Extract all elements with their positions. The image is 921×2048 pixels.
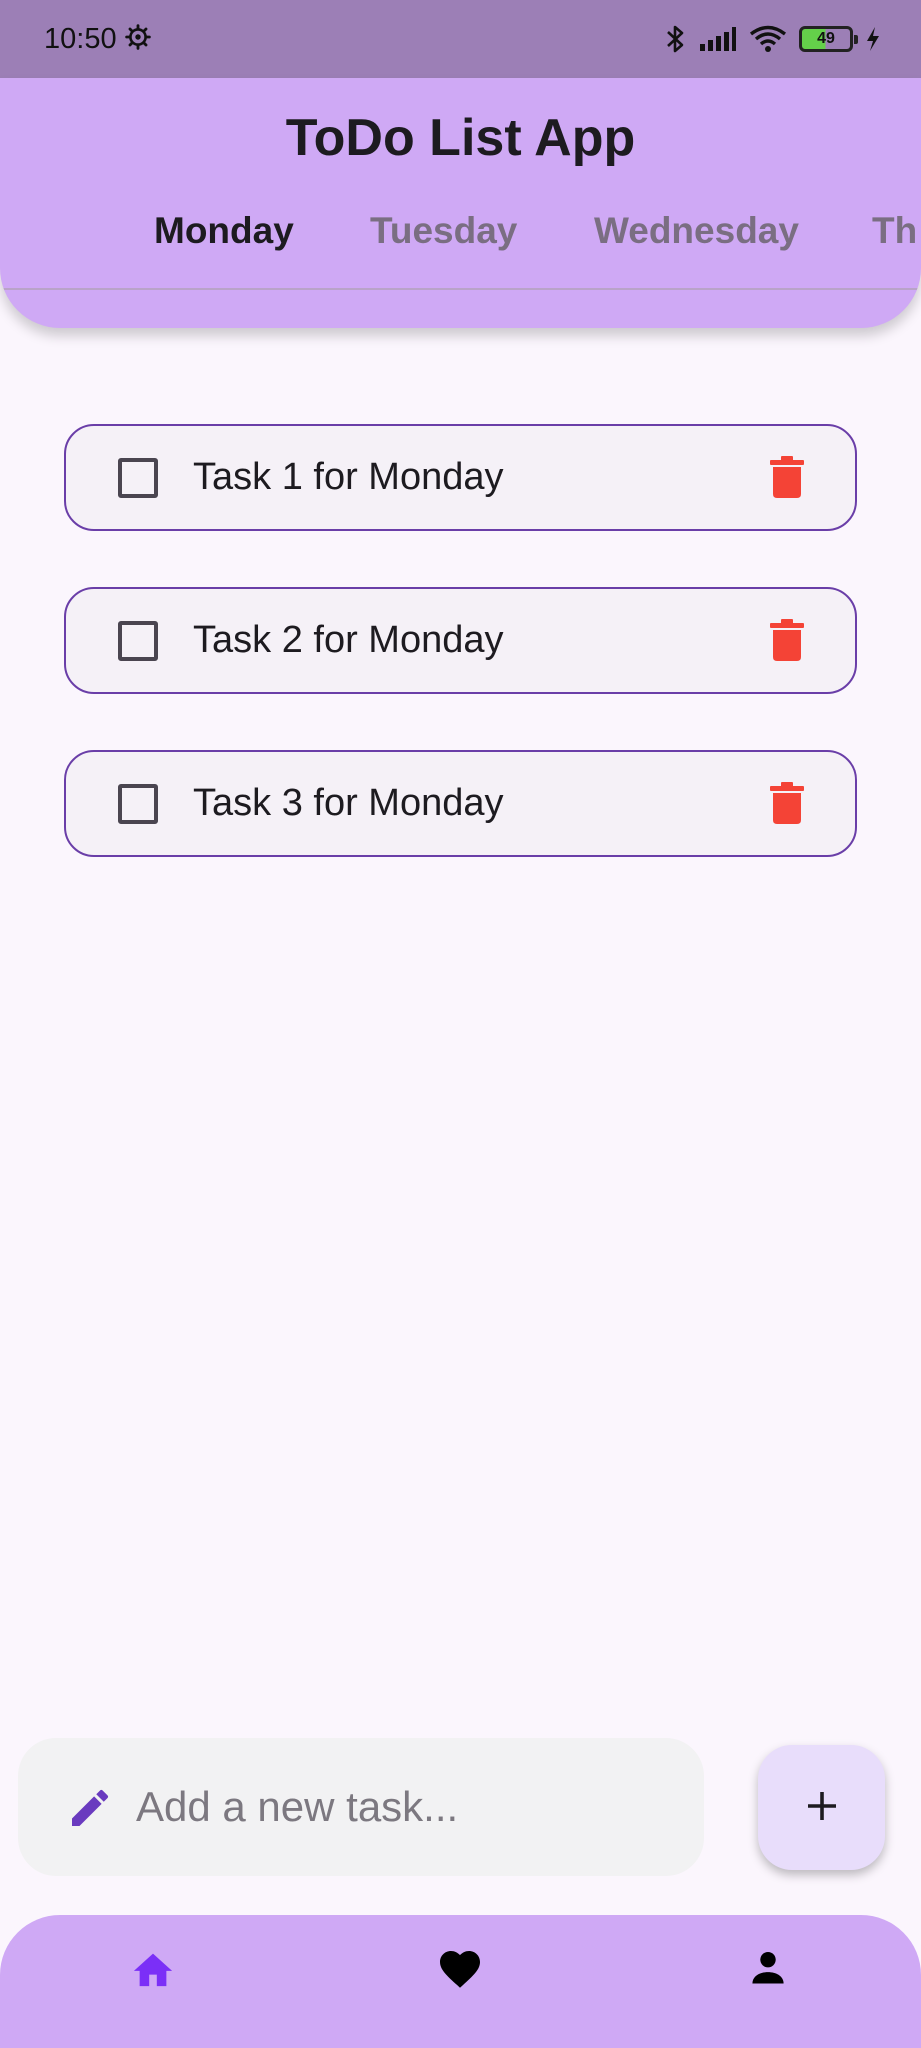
task-label: Task 2 for Monday xyxy=(193,619,504,661)
delete-task-button[interactable] xyxy=(764,780,810,830)
bluetooth-icon xyxy=(665,24,687,54)
delete-task-button[interactable] xyxy=(764,617,810,667)
status-time: 10:50 xyxy=(44,22,117,55)
status-right: 49 xyxy=(665,24,881,54)
add-task-button[interactable] xyxy=(758,1745,885,1870)
heart-icon xyxy=(436,1945,484,1994)
nav-home[interactable] xyxy=(123,1939,183,1999)
battery-level: 49 xyxy=(817,30,835,47)
person-icon xyxy=(746,1945,790,1994)
app-header: ToDo List App Monday Tuesday Wednesday T… xyxy=(0,78,921,328)
signal-icon xyxy=(699,26,737,52)
tab-monday[interactable]: Monday xyxy=(154,198,294,290)
delete-task-button[interactable] xyxy=(764,454,810,504)
add-task-input[interactable] xyxy=(136,1762,676,1852)
task-checkbox[interactable] xyxy=(118,458,158,498)
status-left: 10:50 xyxy=(44,23,151,56)
add-task-field xyxy=(18,1738,704,1876)
task-item: Task 2 for Monday xyxy=(64,587,857,694)
edit-pencil-icon xyxy=(66,1784,114,1832)
nav-favorites[interactable] xyxy=(430,1939,490,1999)
trash-icon xyxy=(770,781,804,829)
nav-profile[interactable] xyxy=(738,1939,798,1999)
day-tabs: Monday Tuesday Wednesday Th xyxy=(0,198,921,290)
task-item: Task 3 for Monday xyxy=(64,750,857,857)
status-bar: 10:50 49 xyxy=(0,0,921,78)
wifi-icon xyxy=(749,25,787,53)
task-checkbox[interactable] xyxy=(118,621,158,661)
tab-tuesday[interactable]: Tuesday xyxy=(370,198,517,290)
task-label: Task 1 for Monday xyxy=(193,456,504,498)
trash-icon xyxy=(770,618,804,666)
battery-icon: 49 xyxy=(799,26,858,52)
bottom-navigation xyxy=(0,1915,921,2048)
tab-thursday[interactable]: Th xyxy=(872,198,917,290)
settings-gear-icon xyxy=(124,23,151,55)
home-icon xyxy=(130,1946,176,1993)
task-item: Task 1 for Monday xyxy=(64,424,857,531)
plus-icon xyxy=(804,1788,840,1827)
page-title: ToDo List App xyxy=(285,109,636,167)
tab-wednesday[interactable]: Wednesday xyxy=(594,198,799,290)
charging-icon xyxy=(865,26,881,52)
trash-icon xyxy=(770,455,804,503)
task-checkbox[interactable] xyxy=(118,784,158,824)
task-label: Task 3 for Monday xyxy=(193,782,504,824)
